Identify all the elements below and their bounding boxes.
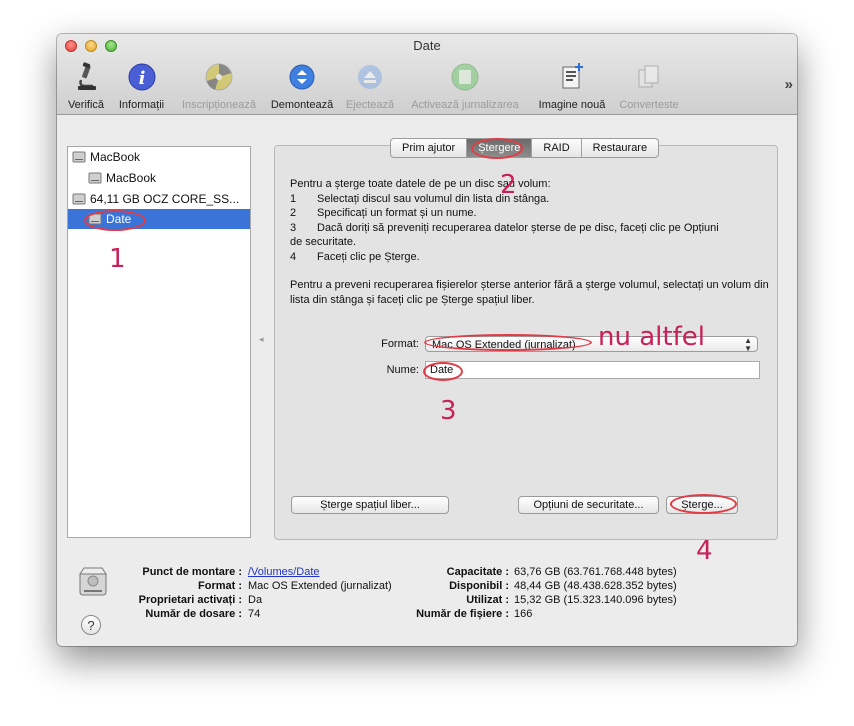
mount-point-link[interactable]: /Volumes/Date [248,566,320,578]
file-count-label: Număr de fișiere : [416,608,509,620]
convert-label: Converteste [619,99,679,111]
mount-point-label: Punct de montare : [142,566,242,578]
enable-journaling-label: Activează jurnalizarea [411,99,519,111]
owners-enabled-label: Proprietari activați : [138,594,242,606]
verify-button[interactable]: Verifică [65,62,107,112]
instructions-intro: Pentru a șterge toate datele de pe un di… [290,178,551,190]
unmount-button[interactable]: Demontează [267,62,337,112]
burn-label: Inscripționează [182,99,256,111]
hard-disk-icon [72,193,86,205]
capacity-label: Capacitate : [446,566,509,578]
annotation-ring-format [424,334,592,351]
file-count-value: 166 [514,608,533,620]
split-view-handle[interactable]: ◂ [259,334,264,345]
format-info-value: Mac OS Extended (jurnalizat) [248,580,392,592]
new-image-button[interactable]: Imagine nouă [532,62,612,112]
eject-icon [358,65,382,89]
eject-button[interactable]: Ejectează [343,62,397,112]
format-label: Format: [381,338,419,350]
tab-raid[interactable]: RAID [532,139,582,157]
journal-icon [451,63,479,91]
used-label: Utilizat : [466,594,509,606]
erase-instructions: Pentru a șterge toate datele de pe un di… [290,177,770,307]
annotation-step-2: 2 [500,170,517,200]
annotation-ring-erase-button [670,494,737,514]
disk-list: MacBook MacBook 64,11 GB OCZ CORE_SS... … [67,146,251,538]
window-title: Date [413,38,441,53]
sidebar-item-ocz-disk[interactable]: 64,11 GB OCZ CORE_SS... [68,189,250,209]
burn-button[interactable]: Inscripționează [177,62,261,112]
tab-bar: Prim ajutor Ștergere RAID Restaurare [390,138,660,158]
security-options-button[interactable]: Opțiuni de securitate... [518,496,659,514]
convert-icon [638,65,659,88]
sidebar-item-label: 64,11 GB OCZ CORE_SS... [90,192,240,206]
annotation-step-1: 1 [109,244,126,274]
info-label: Informații [118,99,165,111]
sidebar-item-label: MacBook [90,150,141,164]
unmount-label: Demontează [270,99,334,111]
microscope-icon [78,62,96,90]
sidebar-item-macbook-disk[interactable]: MacBook [68,147,250,167]
instruction-step-continued: de securitate. [290,236,357,248]
verify-label: Verifică [67,99,105,111]
name-input[interactable]: Date [425,361,760,379]
tab-restore[interactable]: Restaurare [582,139,658,157]
instruction-step: 4 Faceți clic pe Șterge. [290,250,420,263]
sidebar-item-macbook-volume[interactable]: MacBook [68,168,250,188]
hard-disk-icon [72,151,86,163]
new-image-label: Imagine nouă [538,99,606,111]
svg-text:i: i [138,68,145,89]
owners-enabled-value: Da [248,594,263,606]
instruction-step: 1 Selectați discul sau volumul din lista … [290,192,550,205]
folder-count-label: Număr de dosare : [145,608,242,620]
hard-disk-icon [88,172,102,184]
erase-free-space-button[interactable]: Șterge spațiul liber... [291,496,449,514]
new-image-icon [562,63,583,89]
annotation-ring-name [423,362,463,381]
free-space-instructions: Pentru a preveni recuperarea fișierelor … [290,279,769,306]
instruction-step: 3 Dacă doriți să preveniți recuperarea da… [290,221,719,234]
eject-label: Ejectează [345,99,395,111]
format-info-label: Format : [198,580,242,592]
available-label: Disponibil : [449,580,509,592]
folder-count-value: 74 [248,608,261,620]
capacity-value: 63,76 GB (63.761.768.448 bytes) [514,566,677,578]
toolbar-overflow-button[interactable]: » [785,76,793,93]
tab-first-aid[interactable]: Prim ajutor [391,139,468,157]
unmount-icon [289,64,315,90]
annotation-ring-erase-tab [471,138,523,159]
convert-button[interactable]: Converteste [616,62,682,112]
used-value: 15,32 GB (15.323.140.096 bytes) [514,594,677,606]
annotation-ring-date-volume [84,210,146,231]
annotation-step-4: 4 [696,536,713,566]
burn-disc-icon [205,63,233,91]
up-down-arrows-icon: ▲ ▼ [744,336,752,353]
info-button[interactable]: i Informații [114,62,169,112]
enable-journaling-button[interactable]: Activează jurnalizarea [404,62,526,112]
annotation-note: nu altfel [598,322,705,352]
info-icon: i [128,63,155,91]
toolbar: Date Verifică i Informații Inscripționea… [57,34,797,115]
name-label: Nume: [386,364,419,376]
available-value: 48,44 GB (48.438.628.352 bytes) [514,580,677,592]
annotation-step-3: 3 [440,396,457,426]
instruction-step: 2 Specificați un format și un nume. [290,207,477,219]
sidebar-item-label: MacBook [106,171,157,185]
